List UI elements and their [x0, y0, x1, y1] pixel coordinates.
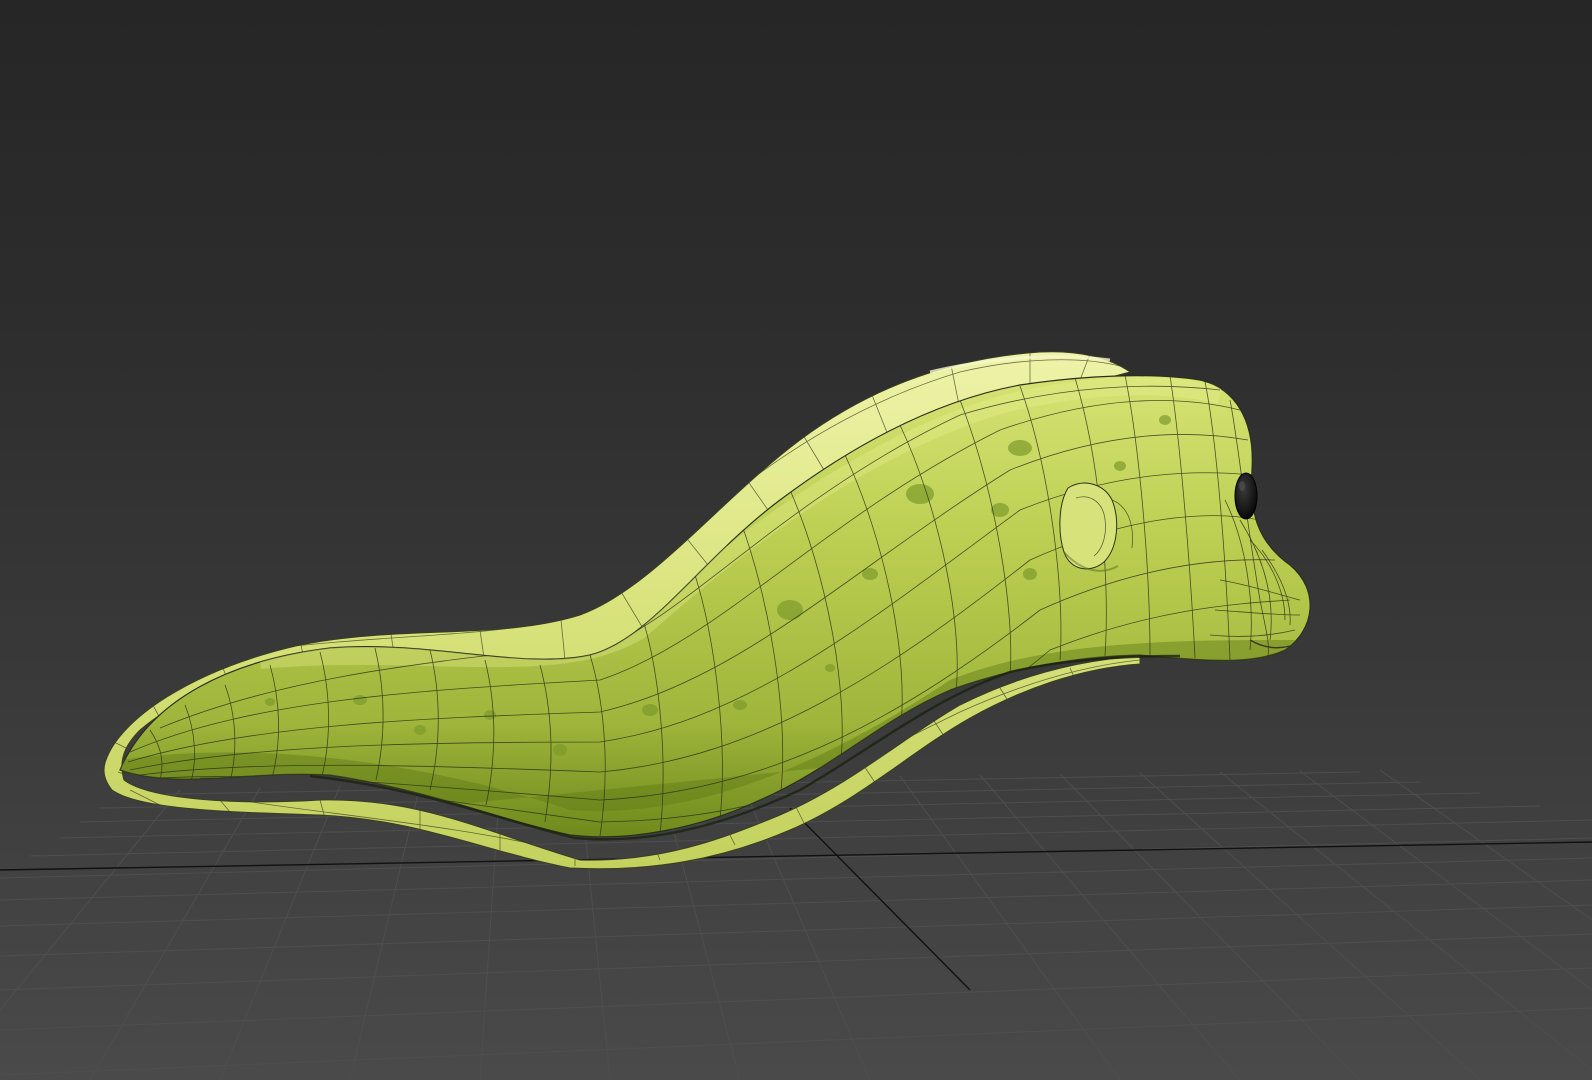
grid-axes — [0, 807, 1592, 991]
viewport-canvas[interactable] — [0, 0, 1592, 1080]
eel-eye[interactable] — [1234, 472, 1258, 520]
3d-viewport[interactable] — [0, 0, 1592, 1080]
eel-body[interactable] — [100, 375, 1311, 840]
